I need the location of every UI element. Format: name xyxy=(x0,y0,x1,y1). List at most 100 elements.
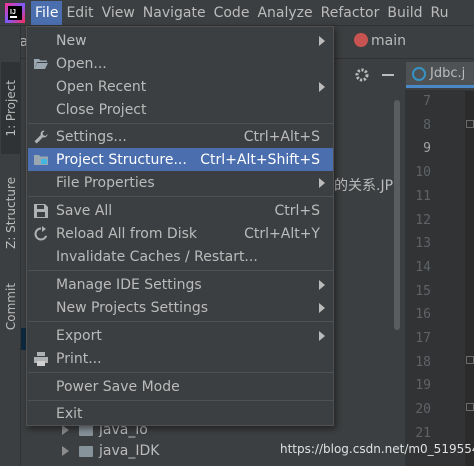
menu-run[interactable]: Ru xyxy=(427,1,453,25)
menu-item-label: Open... xyxy=(56,55,107,72)
line-number: 14 xyxy=(415,259,431,275)
tab-commit[interactable]: Commit xyxy=(1,272,20,342)
line-number: 19 xyxy=(415,378,431,394)
menu-item-power-save-mode[interactable]: Power Save Mode xyxy=(28,375,333,398)
expand-arrow-icon[interactable] xyxy=(62,446,69,456)
menu-build[interactable]: Build xyxy=(383,1,426,25)
menu-item-label: Exit xyxy=(56,405,83,422)
menu-item-close-project[interactable]: Close Project xyxy=(28,98,333,121)
menu-item-label: Settings... xyxy=(56,128,127,145)
menu-item-print[interactable]: Print... xyxy=(28,347,333,370)
svg-text:IJ: IJ xyxy=(10,9,16,16)
file-menu-dropdown: New Open... Open Recent Close Project Se… xyxy=(26,26,334,426)
tab-commit-label: Commit xyxy=(3,283,18,331)
menu-item-label: Project Structure... xyxy=(56,151,187,168)
tab-structure[interactable]: Z: Structure xyxy=(1,164,20,262)
submenu-arrow-icon xyxy=(319,303,325,313)
submenu-arrow-icon xyxy=(319,280,325,290)
watermark: https://blog.csdn.net/m0_51955470 xyxy=(280,442,474,456)
submenu-arrow-icon xyxy=(319,178,325,188)
menu-item-settings[interactable]: Settings... Ctrl+Alt+S xyxy=(28,125,333,148)
fold-marker-icon[interactable] xyxy=(466,120,474,128)
minimize-icon[interactable] xyxy=(382,74,394,76)
tab-project-label: 1: Project xyxy=(3,79,18,137)
line-number: 11 xyxy=(415,188,431,204)
project-toolbar xyxy=(335,59,405,91)
menu-item-save-all[interactable]: Save All Ctrl+S xyxy=(28,199,333,222)
menu-item-file-properties[interactable]: File Properties xyxy=(28,171,333,194)
gear-icon[interactable] xyxy=(354,67,370,83)
menu-code[interactable]: Code xyxy=(210,1,254,25)
menu-item-label: Close Project xyxy=(56,101,147,118)
project-structure-icon xyxy=(34,155,48,165)
menu-separator xyxy=(28,400,333,401)
menu-item-reload-all[interactable]: Reload All from Disk Ctrl+Alt+Y xyxy=(28,222,333,245)
menu-item-label: Reload All from Disk xyxy=(56,225,197,242)
editor-tab-jdbc[interactable]: Jdbc.j xyxy=(406,62,474,88)
tool-window-strip: 1: Project Z: Structure Commit xyxy=(0,26,21,466)
menu-separator xyxy=(28,321,333,322)
menu-edit[interactable]: Edit xyxy=(62,1,97,25)
editor-gutter: 7 8 9 10 11 12 13 14 15 16 17 18 19 20 21 xyxy=(405,91,465,466)
submenu-arrow-icon xyxy=(319,36,325,46)
menu-item-shortcut: Ctrl+Alt+Shift+S xyxy=(200,151,320,168)
project-scrollbar[interactable] xyxy=(394,100,400,330)
menu-item-new[interactable]: New xyxy=(28,29,333,52)
menu-item-open[interactable]: Open... xyxy=(28,52,333,75)
menu-item-shortcut: Ctrl+Alt+Y xyxy=(244,225,320,242)
menu-item-new-projects-settings[interactable]: New Projects Settings xyxy=(28,296,333,319)
fold-marker-icon[interactable] xyxy=(466,403,474,411)
menu-item-label: Manage IDE Settings xyxy=(56,276,202,293)
expand-arrow-icon[interactable] xyxy=(62,425,69,435)
menu-item-shortcut: Ctrl+S xyxy=(274,202,320,219)
tab-project[interactable]: 1: Project xyxy=(1,62,20,154)
line-number: 16 xyxy=(415,307,431,323)
line-number: 21 xyxy=(415,425,431,441)
reload-icon xyxy=(34,226,48,241)
tree-item-java-idk[interactable]: java_IDK xyxy=(62,443,159,459)
menu-item-open-recent[interactable]: Open Recent xyxy=(28,75,333,98)
line-number: 9 xyxy=(423,141,431,157)
floppy-disk-icon xyxy=(34,204,48,218)
menu-bar: IJ File Edit View Navigate Code Analyze … xyxy=(0,0,474,26)
line-number: 7 xyxy=(423,94,431,109)
menu-item-project-structure[interactable]: Project Structure... Ctrl+Alt+Shift+S xyxy=(28,148,333,171)
fold-marker-icon[interactable] xyxy=(466,356,474,364)
menu-item-export[interactable]: Export xyxy=(28,324,333,347)
run-config-icon xyxy=(354,33,368,47)
line-number: 8 xyxy=(423,117,431,133)
menu-analyze[interactable]: Analyze xyxy=(253,1,316,25)
menu-item-invalidate-caches[interactable]: Invalidate Caches / Restart... xyxy=(28,245,333,268)
line-number: 20 xyxy=(415,402,431,418)
menu-item-exit[interactable]: Exit xyxy=(28,402,333,425)
menu-navigate[interactable]: Navigate xyxy=(139,1,210,25)
folder-open-icon xyxy=(34,59,48,69)
line-number: 15 xyxy=(415,283,431,299)
line-number: 10 xyxy=(415,165,431,181)
line-number: 17 xyxy=(415,331,431,346)
package-folder-icon xyxy=(79,424,93,436)
menu-separator xyxy=(28,372,333,373)
menu-item-manage-ide-settings[interactable]: Manage IDE Settings xyxy=(28,273,333,296)
menu-item-label: Power Save Mode xyxy=(56,378,180,395)
menu-separator xyxy=(28,270,333,271)
menu-item-shortcut: Ctrl+Alt+S xyxy=(243,128,320,145)
intellij-logo-icon: IJ xyxy=(3,2,27,24)
wrench-icon xyxy=(34,130,48,144)
line-number: 18 xyxy=(415,354,431,370)
menu-separator xyxy=(28,196,333,197)
menu-item-label: Open Recent xyxy=(56,78,147,95)
line-number: 12 xyxy=(415,212,431,228)
run-config-label[interactable]: main xyxy=(371,33,406,49)
menu-refactor[interactable]: Refactor xyxy=(317,1,384,25)
menu-item-label: Invalidate Caches / Restart... xyxy=(56,248,258,265)
menu-file[interactable]: File xyxy=(31,0,63,25)
line-number: 13 xyxy=(415,236,431,252)
tree-item-label: java_IDK xyxy=(99,443,160,459)
submenu-arrow-icon xyxy=(319,82,325,92)
menu-separator xyxy=(28,123,333,124)
java-class-icon xyxy=(412,66,426,81)
menu-view[interactable]: View xyxy=(98,1,139,25)
menu-item-label: Save All xyxy=(56,202,113,219)
editor-tab-label: Jdbc.j xyxy=(430,66,466,81)
